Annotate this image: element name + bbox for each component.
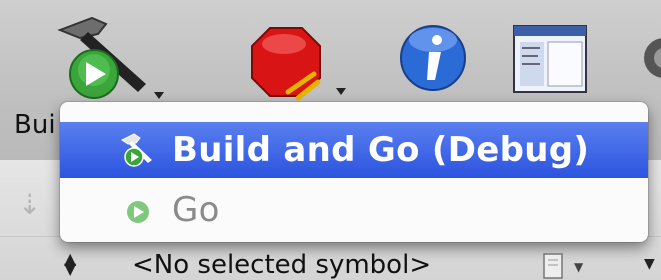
chevron-down-icon[interactable]: ▼ bbox=[574, 260, 583, 274]
menu-item-go[interactable]: Go bbox=[60, 182, 648, 238]
build-popup-menu: Build and Go (Debug) Go bbox=[60, 102, 648, 242]
document-icon[interactable] bbox=[540, 252, 568, 280]
menu-item-build-and-go[interactable]: Build and Go (Debug) bbox=[60, 122, 648, 178]
build-button[interactable] bbox=[50, 12, 168, 112]
editor-button[interactable] bbox=[508, 22, 598, 102]
symbol-popup[interactable]: ▲ ▼ <No selected symbol> ▼ ▼ bbox=[40, 248, 661, 280]
symbol-label: <No selected symbol> bbox=[132, 250, 432, 280]
menu-item-label: Go bbox=[172, 190, 220, 230]
stop-button[interactable] bbox=[248, 22, 358, 112]
info-button[interactable] bbox=[395, 22, 471, 102]
go-icon bbox=[127, 201, 149, 223]
stepper-icon[interactable]: ▲ ▼ bbox=[64, 251, 76, 277]
info-icon bbox=[400, 25, 466, 91]
partial-icon bbox=[644, 38, 661, 78]
chevron-down-icon[interactable]: ▼ bbox=[644, 256, 655, 272]
breakpoint-arrow-icon[interactable]: ⇣ bbox=[18, 188, 48, 228]
build-label: Bui bbox=[14, 110, 56, 140]
hammer-build-icon bbox=[57, 16, 164, 99]
stop-icon bbox=[251, 27, 346, 101]
editor-icon bbox=[513, 25, 587, 93]
menu-item-label: Build and Go (Debug) bbox=[172, 130, 590, 170]
partial-toolbar-icon[interactable] bbox=[640, 28, 661, 98]
build-and-go-icon bbox=[121, 133, 152, 167]
